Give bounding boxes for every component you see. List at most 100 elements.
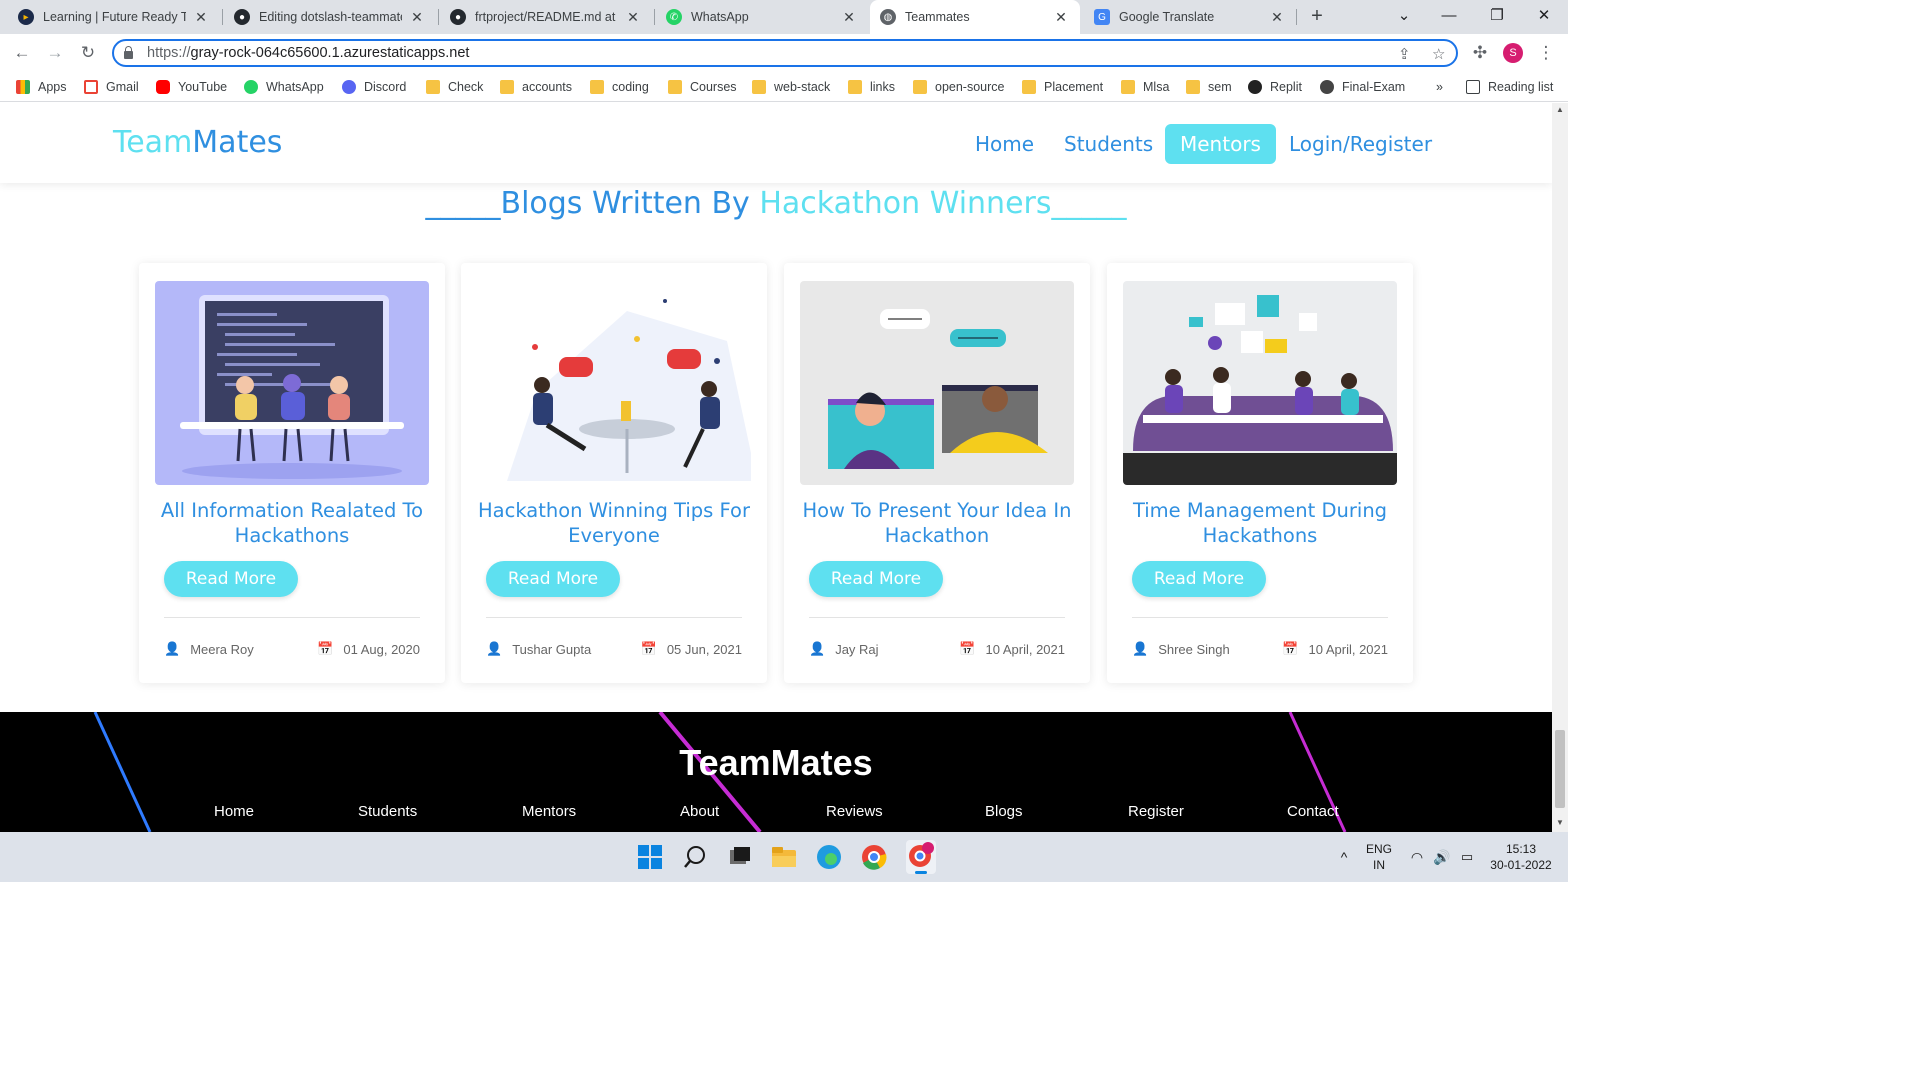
bookmark-accounts[interactable]: accounts [500, 78, 572, 96]
chrome-profile-active-icon[interactable] [906, 840, 936, 874]
tab-label: WhatsApp [691, 10, 749, 24]
read-more-button[interactable]: Read More [1132, 561, 1266, 597]
file-explorer-icon[interactable] [771, 844, 797, 870]
battery-icon[interactable]: ▭ [1456, 832, 1478, 882]
bookmark-check[interactable]: Check [426, 78, 483, 96]
share-icon[interactable]: ⇪ [1398, 45, 1411, 63]
menu-kebab-icon[interactable]: ⋮ [1533, 40, 1559, 66]
footer-link-about[interactable]: About [680, 803, 719, 820]
bookmark-sem[interactable]: sem [1186, 78, 1232, 96]
tab-close-icon[interactable]: ✕ [840, 9, 858, 26]
tab-label: Learning | Future Ready Tal [43, 10, 186, 24]
edge-browser-icon[interactable] [816, 844, 842, 870]
search-icon[interactable] [682, 844, 708, 870]
browser-tab-strip: ▸ Learning | Future Ready Tal ✕ ● Editin… [0, 0, 1568, 34]
tab-teammates[interactable]: ◍ Teammates ✕ [870, 0, 1080, 34]
tab-close-icon[interactable]: ✕ [624, 9, 642, 26]
language-indicator[interactable]: ENG IN [1362, 832, 1396, 882]
github-icon: ● [450, 9, 466, 25]
footer-logo: TeamMates [679, 742, 873, 783]
tab-learning[interactable]: ▸ Learning | Future Ready Tal ✕ [8, 0, 220, 34]
nav-login-register[interactable]: Login/Register [1289, 124, 1432, 164]
bookmark-star-icon[interactable]: ☆ [1432, 45, 1445, 63]
task-view-icon[interactable] [727, 844, 753, 870]
bookmark-mlsa[interactable]: Mlsa [1121, 78, 1169, 96]
blog-card-date: 📅 10 April, 2021 [959, 641, 1065, 657]
back-arrow-icon[interactable]: ← [9, 40, 35, 66]
read-more-button[interactable]: Read More [486, 561, 620, 597]
tab-close-icon[interactable]: ✕ [408, 9, 426, 26]
divider [809, 617, 1065, 618]
bookmark-apps[interactable]: Apps [16, 78, 67, 96]
footer-link-contact[interactable]: Contact [1287, 803, 1339, 820]
bookmark-coding[interactable]: coding [590, 78, 649, 96]
blog-card-title[interactable]: Time Management During Hackathons [1117, 498, 1403, 548]
windows-start-icon[interactable] [637, 844, 663, 870]
read-more-button[interactable]: Read More [809, 561, 943, 597]
footer-link-register[interactable]: Register [1128, 803, 1184, 820]
bookmark-youtube[interactable]: YouTube [156, 78, 227, 96]
read-more-button[interactable]: Read More [164, 561, 298, 597]
bookmark-gmail[interactable]: Gmail [84, 78, 139, 96]
bookmark-final-exam[interactable]: Final-Exam [1320, 78, 1405, 96]
bookmark-replit[interactable]: Replit [1248, 78, 1302, 96]
new-tab-button[interactable]: + [1306, 5, 1328, 27]
browser-toolbar: ← → ↻ https://gray-rock-064c65600.1.azur… [0, 34, 1568, 72]
chrome-icon[interactable] [861, 844, 887, 870]
site-logo[interactable]: TeamMates [113, 125, 282, 160]
tab-close-icon[interactable]: ✕ [1268, 9, 1286, 26]
footer-link-blogs[interactable]: Blogs [985, 803, 1023, 820]
scroll-up-arrow-icon[interactable]: ▲ [1552, 105, 1568, 117]
footer-link-home[interactable]: Home [214, 803, 254, 820]
bookmark-web-stack[interactable]: web-stack [752, 78, 830, 96]
lock-icon [124, 45, 133, 59]
blog-card: All Information Realated To Hackathons R… [139, 263, 445, 683]
reload-icon[interactable]: ↻ [75, 40, 101, 66]
folder-icon [1022, 80, 1036, 94]
bookmark-courses[interactable]: Courses [668, 78, 737, 96]
volume-icon[interactable]: 🔊 [1432, 832, 1452, 882]
tab-editing-readme[interactable]: ● Editing dotslash-teammate ✕ [224, 0, 436, 34]
clock[interactable]: 15:13 30-01-2022 [1486, 832, 1556, 882]
youtube-icon [156, 80, 170, 94]
reading-list-button[interactable]: Reading list [1466, 78, 1553, 96]
footer-link-students[interactable]: Students [358, 803, 417, 820]
wifi-icon[interactable]: ◠ [1407, 832, 1427, 882]
bookmark-whatsapp[interactable]: WhatsApp [244, 78, 324, 96]
blog-card-title[interactable]: How To Present Your Idea In Hackathon [794, 498, 1080, 548]
bookmark-discord[interactable]: Discord [342, 78, 406, 96]
discord-icon [342, 80, 356, 94]
scrollbar-thumb[interactable] [1555, 730, 1565, 808]
nav-students[interactable]: Students [1064, 124, 1153, 164]
close-window-icon[interactable]: ✕ [1521, 0, 1567, 34]
tab-frtproject[interactable]: ● frtproject/README.md at m ✕ [440, 0, 652, 34]
site-footer: TeamMates Home Students Mentors About Re… [0, 712, 1552, 832]
footer-link-mentors[interactable]: Mentors [522, 803, 576, 820]
bookmarks-overflow-chevron-icon[interactable]: » [1436, 78, 1443, 96]
footer-link-reviews[interactable]: Reviews [826, 803, 883, 820]
profile-avatar[interactable]: S [1503, 43, 1523, 63]
extensions-puzzle-icon[interactable]: ✣ [1467, 40, 1493, 66]
page-scrollbar[interactable]: ▲ ▼ [1552, 103, 1568, 832]
user-icon: 👤 [164, 641, 181, 656]
blog-card-title[interactable]: Hackathon Winning Tips For Everyone [471, 498, 757, 548]
scroll-down-arrow-icon[interactable]: ▼ [1552, 818, 1568, 830]
bookmark-open-source[interactable]: open-source [913, 78, 1005, 96]
nav-mentors[interactable]: Mentors [1165, 124, 1276, 164]
bookmark-placement[interactable]: Placement [1022, 78, 1103, 96]
tab-search-chevron-icon[interactable]: ⌄ [1381, 0, 1427, 34]
tab-google-translate[interactable]: G Google Translate ✕ [1084, 0, 1296, 34]
blog-card-title[interactable]: All Information Realated To Hackathons [149, 498, 435, 548]
minimize-icon[interactable]: — [1426, 0, 1472, 34]
restore-icon[interactable]: ❐ [1474, 0, 1520, 34]
address-bar[interactable]: https://gray-rock-064c65600.1.azurestati… [112, 39, 1458, 67]
divider [486, 617, 742, 618]
nav-home[interactable]: Home [975, 124, 1034, 164]
tab-close-icon[interactable]: ✕ [1052, 9, 1070, 26]
forward-arrow-icon[interactable]: → [42, 40, 68, 66]
bookmark-links[interactable]: links [848, 78, 895, 96]
tray-overflow-chevron-icon[interactable]: ^ [1334, 832, 1354, 882]
tab-whatsapp[interactable]: ✆ WhatsApp ✕ [656, 0, 868, 34]
tab-close-icon[interactable]: ✕ [192, 9, 210, 26]
folder-icon [752, 80, 766, 94]
